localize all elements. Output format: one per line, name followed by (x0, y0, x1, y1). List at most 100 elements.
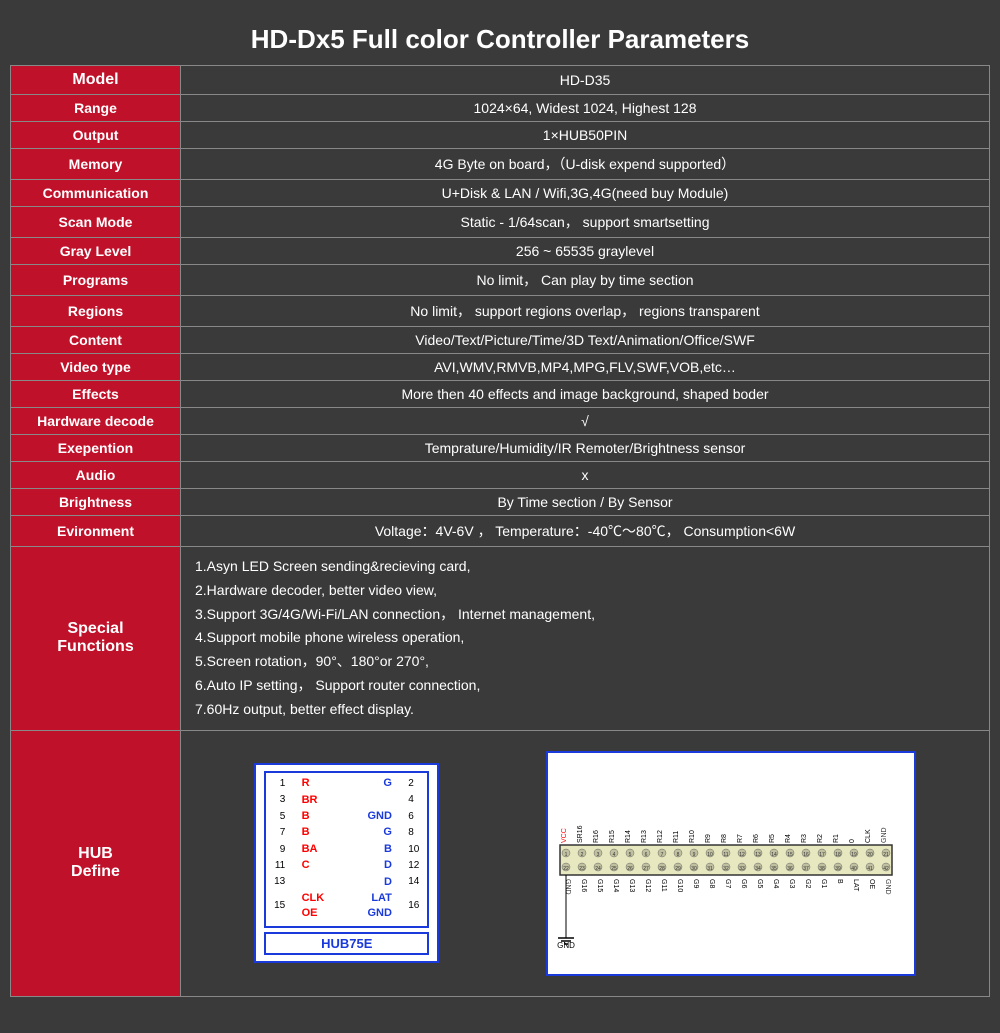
hub-define-label: HUB Define (11, 730, 181, 996)
svg-text:OE: OE (868, 879, 875, 889)
svg-text:G2: G2 (804, 879, 811, 888)
svg-text:G1: G1 (820, 879, 827, 888)
row-label-3: Memory (11, 149, 181, 180)
special-functions-row: Special Functions 1.Asyn LED Screen sendi… (11, 547, 990, 731)
row-label-4: Communication (11, 180, 181, 207)
row-value-9: Video/Text/Picture/Time/3D Text/Animatio… (181, 327, 990, 354)
row-value-8: No limit， support regions overlap， regio… (181, 296, 990, 327)
svg-text:18: 18 (835, 852, 841, 858)
svg-text:3: 3 (596, 852, 599, 858)
svg-text:GND: GND (564, 879, 571, 895)
row-value-5: Static - 1/64scan， support smartsetting (181, 207, 990, 238)
svg-text:G8: G8 (708, 879, 715, 888)
svg-text:22: 22 (563, 866, 569, 872)
row-label-7: Programs (11, 265, 181, 296)
row-label-6: Gray Level (11, 238, 181, 265)
svg-text:G16: G16 (580, 879, 587, 892)
svg-text:8: 8 (676, 852, 679, 858)
svg-text:37: 37 (803, 866, 809, 872)
svg-text:G9: G9 (692, 879, 699, 888)
svg-text:38: 38 (819, 866, 825, 872)
row-label-13: Exepention (11, 435, 181, 462)
svg-text:VCC: VCC (561, 828, 568, 843)
hub-define-value: 1RG23BR45BGND67BG89BAB1011CD1213D1415CLK… (181, 730, 990, 996)
special-function-item: 1.Asyn LED Screen sending&recieving card… (195, 555, 975, 579)
svg-text:G15: G15 (596, 879, 603, 892)
svg-text:16: 16 (803, 852, 809, 858)
svg-text:G6: G6 (740, 879, 747, 888)
row-value-0: HD-D35 (181, 66, 990, 95)
svg-text:41: 41 (867, 866, 873, 872)
svg-text:15: 15 (787, 852, 793, 858)
svg-text:GND: GND (881, 827, 888, 843)
row-label-16: Evironment (11, 516, 181, 547)
pin50-svg: VCCSR16R16R15R14R13R12R11R10R9R8R7R6R5R4… (554, 783, 908, 963)
svg-text:0: 0 (849, 839, 856, 843)
svg-text:6: 6 (644, 852, 647, 858)
hub75e-title: HUB75E (264, 932, 429, 955)
svg-text:GND: GND (884, 879, 891, 895)
row-value-12: √ (181, 408, 990, 435)
row-value-10: AVI,WMV,RMVB,MP4,MPG,FLV,SWF,VOB,etc… (181, 354, 990, 381)
pin50-title: 50PIN (554, 761, 908, 777)
row-value-16: Voltage：4V-6V ， Temperature：-40℃～80℃， Co… (181, 516, 990, 547)
row-label-0: Model (11, 66, 181, 95)
page-title: HD-Dx5 Full color Controller Parameters (10, 10, 990, 65)
svg-text:4: 4 (612, 852, 615, 858)
svg-text:G12: G12 (644, 879, 651, 892)
svg-text:25: 25 (611, 866, 617, 872)
row-label-2: Output (11, 122, 181, 149)
svg-text:14: 14 (771, 852, 777, 858)
special-function-item: 5.Screen rotation，90°、180°or 270°, (195, 650, 975, 674)
row-label-12: Hardware decode (11, 408, 181, 435)
svg-text:33: 33 (739, 866, 745, 872)
svg-text:34: 34 (755, 866, 761, 872)
svg-text:39: 39 (835, 866, 841, 872)
row-value-4: U+Disk & LAN / Wifi,3G,4G(need buy Modul… (181, 180, 990, 207)
svg-text:20: 20 (867, 852, 873, 858)
special-function-item: 2.Hardware decoder, better video view, (195, 579, 975, 603)
row-value-1: 1024×64, Widest 1024, Highest 128 (181, 95, 990, 122)
svg-text:13: 13 (755, 852, 761, 858)
svg-text:R8: R8 (721, 834, 728, 843)
svg-text:21: 21 (883, 852, 889, 858)
row-value-3: 4G Byte on board，（U-disk expend supporte… (181, 149, 990, 180)
svg-text:23: 23 (579, 866, 585, 872)
svg-text:17: 17 (819, 852, 825, 858)
row-value-15: By Time section / By Sensor (181, 489, 990, 516)
row-value-14: x (181, 462, 990, 489)
svg-text:R16: R16 (593, 830, 600, 843)
svg-text:R6: R6 (753, 834, 760, 843)
svg-text:R12: R12 (657, 830, 664, 843)
svg-text:R14: R14 (625, 830, 632, 843)
svg-text:B: B (836, 879, 843, 884)
params-table: ModelHD-D35Range1024×64, Widest 1024, Hi… (10, 65, 990, 997)
special-function-item: 6.Auto IP setting， Support router connec… (195, 674, 975, 698)
svg-text:R11: R11 (673, 830, 680, 842)
special-functions-label: Special Functions (11, 547, 181, 731)
svg-text:36: 36 (787, 866, 793, 872)
svg-text:R2: R2 (817, 834, 824, 843)
svg-text:R5: R5 (769, 834, 776, 843)
svg-text:G7: G7 (724, 879, 731, 888)
svg-text:1: 1 (564, 852, 567, 858)
svg-text:R1: R1 (833, 834, 840, 843)
svg-text:R9: R9 (705, 834, 712, 843)
row-value-11: More then 40 effects and image backgroun… (181, 381, 990, 408)
row-label-8: Regions (11, 296, 181, 327)
row-label-11: Effects (11, 381, 181, 408)
svg-text:28: 28 (659, 866, 665, 872)
row-label-5: Scan Mode (11, 207, 181, 238)
svg-text:R15: R15 (609, 830, 616, 843)
svg-text:G14: G14 (612, 879, 619, 892)
svg-text:29: 29 (675, 866, 681, 872)
row-value-7: No limit， Can play by time section (181, 265, 990, 296)
hub-define-row: HUB Define1RG23BR45BGND67BG89BAB1011CD12… (11, 730, 990, 996)
svg-text:9: 9 (692, 852, 695, 858)
svg-text:G11: G11 (660, 879, 667, 892)
svg-text:R13: R13 (641, 830, 648, 843)
svg-text:R4: R4 (785, 834, 792, 843)
row-label-9: Content (11, 327, 181, 354)
svg-text:42: 42 (883, 866, 889, 872)
svg-text:R10: R10 (689, 830, 696, 843)
